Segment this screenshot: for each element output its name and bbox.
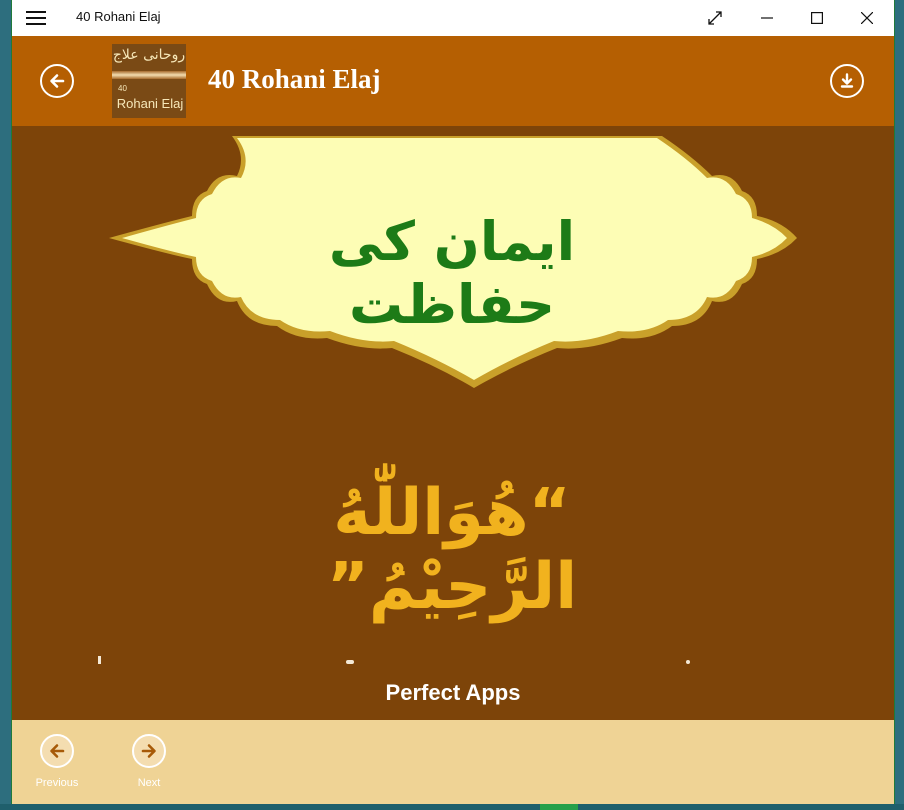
app-logo: روحانی علاج 40 Rohani Elaj bbox=[112, 44, 186, 118]
arrow-right-circle-icon bbox=[132, 734, 166, 768]
logo-english-text: Rohani Elaj bbox=[116, 96, 184, 111]
logo-number: 40 bbox=[118, 84, 127, 93]
download-button[interactable] bbox=[830, 64, 864, 98]
next-label: Next bbox=[137, 777, 161, 789]
logo-band bbox=[112, 71, 186, 79]
arrow-left-icon bbox=[50, 74, 65, 88]
page-title: 40 Rohani Elaj bbox=[208, 64, 381, 94]
close-icon[interactable] bbox=[844, 0, 890, 36]
download-icon bbox=[840, 73, 854, 88]
window-title: 40 Rohani Elaj bbox=[76, 9, 161, 24]
app-header: روحانی علاج 40 Rohani Elaj 40 Rohani Ela… bbox=[12, 36, 894, 126]
previous-label: Previous bbox=[35, 777, 79, 789]
next-button[interactable]: Next bbox=[119, 734, 179, 789]
verse-text: “هُوَاللّٰهُ الرَّحِیْمُ” bbox=[326, 476, 578, 624]
logo-urdu-text: روحانی علاج bbox=[112, 47, 186, 63]
publisher-label: Perfect Apps bbox=[385, 680, 521, 705]
section-heading: ایمان کی حفاظت bbox=[328, 210, 576, 336]
resize-icon[interactable] bbox=[692, 0, 738, 36]
speck bbox=[98, 656, 101, 664]
previous-button[interactable]: Previous bbox=[27, 734, 87, 789]
maximize-icon[interactable] bbox=[794, 0, 840, 36]
app-window: 40 Rohani Elaj روحانی علاج 40 Rohani Ela… bbox=[12, 0, 894, 804]
minimize-icon[interactable] bbox=[744, 0, 790, 36]
speck bbox=[346, 660, 354, 664]
content-area: ایمان کی حفاظت “هُوَاللّٰهُ الرَّحِیْمُ”… bbox=[12, 126, 894, 720]
taskbar-strip bbox=[0, 804, 904, 810]
menu-icon[interactable] bbox=[26, 9, 46, 27]
bottom-nav: Previous Next bbox=[12, 720, 894, 804]
arrow-left-circle-icon bbox=[40, 734, 74, 768]
title-bar: 40 Rohani Elaj bbox=[12, 0, 894, 36]
taskbar-active-app bbox=[540, 804, 578, 810]
back-button[interactable] bbox=[40, 64, 74, 98]
speck bbox=[686, 660, 690, 664]
